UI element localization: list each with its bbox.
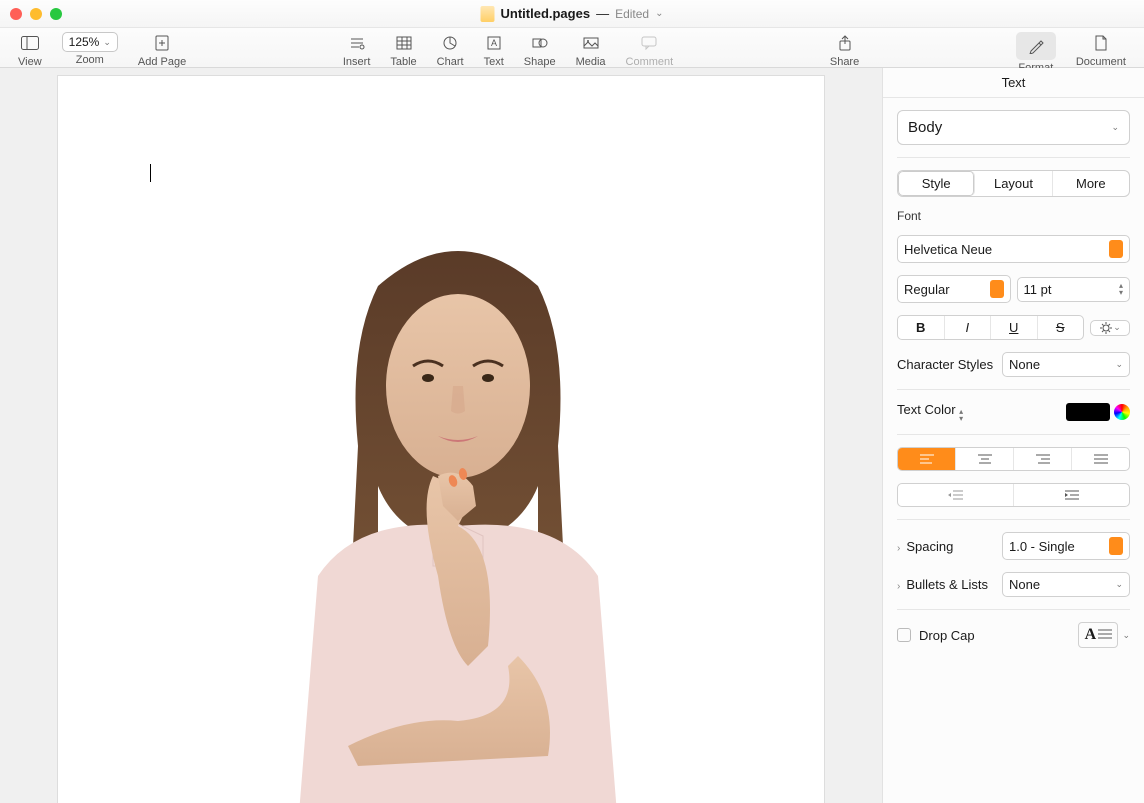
- insert-icon: [349, 32, 365, 54]
- align-left-button[interactable]: [898, 448, 956, 470]
- chevron-down-icon: ⌄: [655, 8, 663, 19]
- chart-icon: [442, 32, 458, 54]
- chevron-down-icon: ⌄: [1115, 579, 1123, 590]
- format-icon: [1028, 35, 1044, 57]
- dropcap-style-select[interactable]: A: [1078, 622, 1118, 648]
- indent-button[interactable]: [1014, 484, 1129, 506]
- color-wheel-button[interactable]: [1114, 404, 1130, 420]
- workspace: Text Body ⌄ Style Layout More Font Helve…: [0, 68, 1144, 803]
- share-icon: [838, 32, 852, 54]
- sidebar-icon: [21, 32, 39, 54]
- chevron-down-icon: ⌄: [1122, 630, 1130, 641]
- paragraph-style-select[interactable]: Body ⌄: [897, 110, 1130, 145]
- italic-button[interactable]: I: [945, 316, 992, 339]
- dropcap-checkbox[interactable]: [897, 628, 911, 642]
- indent-buttons: [897, 483, 1130, 507]
- close-button[interactable]: [10, 8, 22, 20]
- comment-icon: [641, 32, 657, 54]
- document-page[interactable]: [58, 76, 824, 803]
- spacing-disclosure[interactable]: ›Spacing: [897, 539, 953, 554]
- inspector-tab-text[interactable]: Text: [883, 68, 1144, 98]
- stepper-icon: [990, 280, 1004, 298]
- text-color-swatch[interactable]: [1066, 403, 1110, 421]
- format-subtabs: Style Layout More: [897, 170, 1130, 197]
- tab-style[interactable]: Style: [898, 171, 975, 196]
- font-weight-select[interactable]: Regular: [897, 275, 1011, 303]
- chevron-down-icon: ⌄: [1115, 359, 1123, 370]
- outdent-button[interactable]: [898, 484, 1014, 506]
- document-button[interactable]: Document: [1066, 32, 1136, 68]
- stepper-icon[interactable]: ▴▾: [1119, 282, 1123, 296]
- inserted-image[interactable]: [258, 226, 658, 803]
- text-icon: A: [487, 32, 501, 54]
- dropcap-label: Drop Cap: [919, 628, 975, 643]
- shape-icon: [532, 32, 548, 54]
- window-controls: [10, 8, 62, 20]
- tab-layout[interactable]: Layout: [975, 171, 1052, 196]
- document-icon: [481, 6, 495, 22]
- format-inspector: Text Body ⌄ Style Layout More Font Helve…: [882, 68, 1144, 803]
- font-section-label: Font: [897, 209, 1130, 223]
- stepper-icon: [1109, 537, 1123, 555]
- chevron-down-icon: ⌄: [1111, 122, 1119, 133]
- table-button[interactable]: Table: [380, 32, 426, 68]
- media-icon: [583, 32, 599, 54]
- align-right-button[interactable]: [1014, 448, 1072, 470]
- maximize-button[interactable]: [50, 8, 62, 20]
- share-button[interactable]: Share: [820, 32, 869, 68]
- text-color-label[interactable]: Text Color ▴▾: [897, 402, 963, 422]
- document-title: Untitled.pages: [501, 6, 591, 21]
- font-family-select[interactable]: Helvetica Neue: [897, 235, 1130, 263]
- document-icon: [1095, 32, 1107, 54]
- chevron-down-icon: ⌄: [103, 37, 111, 48]
- add-page-button[interactable]: Add Page: [128, 32, 196, 68]
- text-button[interactable]: A Text: [474, 32, 514, 68]
- view-button[interactable]: View: [8, 32, 52, 68]
- table-icon: [396, 32, 412, 54]
- chart-button[interactable]: Chart: [427, 32, 474, 68]
- zoom-select[interactable]: 125% ⌄: [62, 32, 118, 52]
- tab-more[interactable]: More: [1053, 171, 1129, 196]
- font-size-field[interactable]: 11 pt ▴▾: [1017, 277, 1131, 302]
- bullets-select[interactable]: None ⌄: [1002, 572, 1130, 597]
- character-styles-label: Character Styles: [897, 357, 993, 372]
- toolbar: View 125% ⌄ Zoom Add Page Insert Table C…: [0, 28, 1144, 68]
- window-title[interactable]: Untitled.pages — Edited ⌄: [481, 6, 664, 22]
- separator: —: [596, 6, 609, 21]
- align-justify-button[interactable]: [1072, 448, 1129, 470]
- gear-icon: [1099, 321, 1113, 335]
- titlebar: Untitled.pages — Edited ⌄: [0, 0, 1144, 28]
- strike-button[interactable]: S: [1038, 316, 1084, 339]
- add-page-icon: [155, 32, 169, 54]
- text-style-buttons: B I U S: [897, 315, 1084, 340]
- advanced-font-button[interactable]: ⌄: [1090, 320, 1130, 336]
- media-button[interactable]: Media: [566, 32, 616, 68]
- insert-button[interactable]: Insert: [333, 32, 381, 68]
- text-cursor: [150, 164, 151, 182]
- document-status: Edited: [615, 7, 649, 21]
- spacing-select[interactable]: 1.0 - Single: [1002, 532, 1130, 560]
- shape-button[interactable]: Shape: [514, 32, 566, 68]
- character-styles-select[interactable]: None ⌄: [1002, 352, 1130, 377]
- minimize-button[interactable]: [30, 8, 42, 20]
- bold-button[interactable]: B: [898, 316, 945, 339]
- bullets-disclosure[interactable]: ›Bullets & Lists: [897, 577, 988, 592]
- underline-button[interactable]: U: [991, 316, 1038, 339]
- svg-text:A: A: [491, 38, 497, 48]
- align-center-button[interactable]: [956, 448, 1014, 470]
- canvas-area[interactable]: [0, 68, 882, 803]
- comment-button[interactable]: Comment: [616, 32, 684, 68]
- zoom-control[interactable]: 125% ⌄ Zoom: [52, 32, 128, 66]
- alignment-buttons: [897, 447, 1130, 471]
- stepper-icon: [1109, 240, 1123, 258]
